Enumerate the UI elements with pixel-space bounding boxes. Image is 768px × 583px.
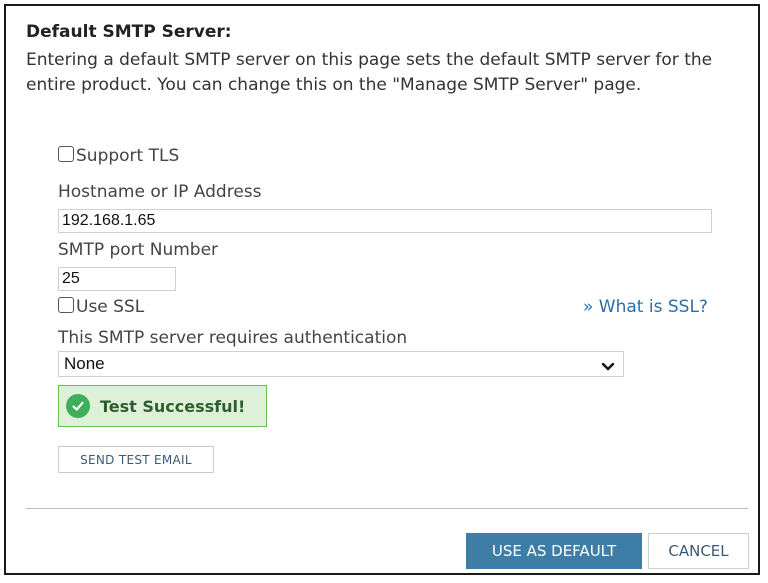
hostname-input[interactable]: 192.168.1.65 [58, 209, 712, 233]
use-ssl-row: Use SSL [58, 297, 144, 317]
test-status-banner: Test Successful! [58, 385, 267, 427]
support-tls-label: Support TLS [76, 146, 180, 166]
chevron-down-icon [601, 358, 615, 377]
cancel-button[interactable]: CANCEL [648, 533, 749, 569]
test-status-message: Test Successful! [100, 396, 246, 416]
hostname-label: Hostname or IP Address [58, 182, 262, 202]
port-label: SMTP port Number [58, 240, 219, 260]
use-as-default-button[interactable]: USE AS DEFAULT [466, 533, 642, 569]
check-circle-icon [66, 394, 90, 418]
auth-select[interactable]: None [58, 351, 624, 377]
port-input[interactable]: 25 [58, 267, 176, 291]
support-tls-row: Support TLS [58, 146, 179, 166]
use-ssl-label: Use SSL [76, 297, 145, 317]
auth-label: This SMTP server requires authentication [58, 328, 408, 348]
dialog-title: Default SMTP Server: [26, 22, 232, 42]
support-tls-checkbox[interactable] [58, 146, 74, 162]
auth-selected-value: None [64, 354, 105, 373]
smtp-settings-dialog: Default SMTP Server: Entering a default … [4, 4, 760, 575]
use-ssl-checkbox[interactable] [58, 297, 74, 313]
footer-divider [26, 508, 748, 509]
dialog-description: Entering a default SMTP server on this p… [26, 50, 713, 95]
send-test-email-button[interactable]: SEND TEST EMAIL [58, 446, 214, 473]
what-is-ssl-link[interactable]: » What is SSL? [583, 297, 708, 317]
